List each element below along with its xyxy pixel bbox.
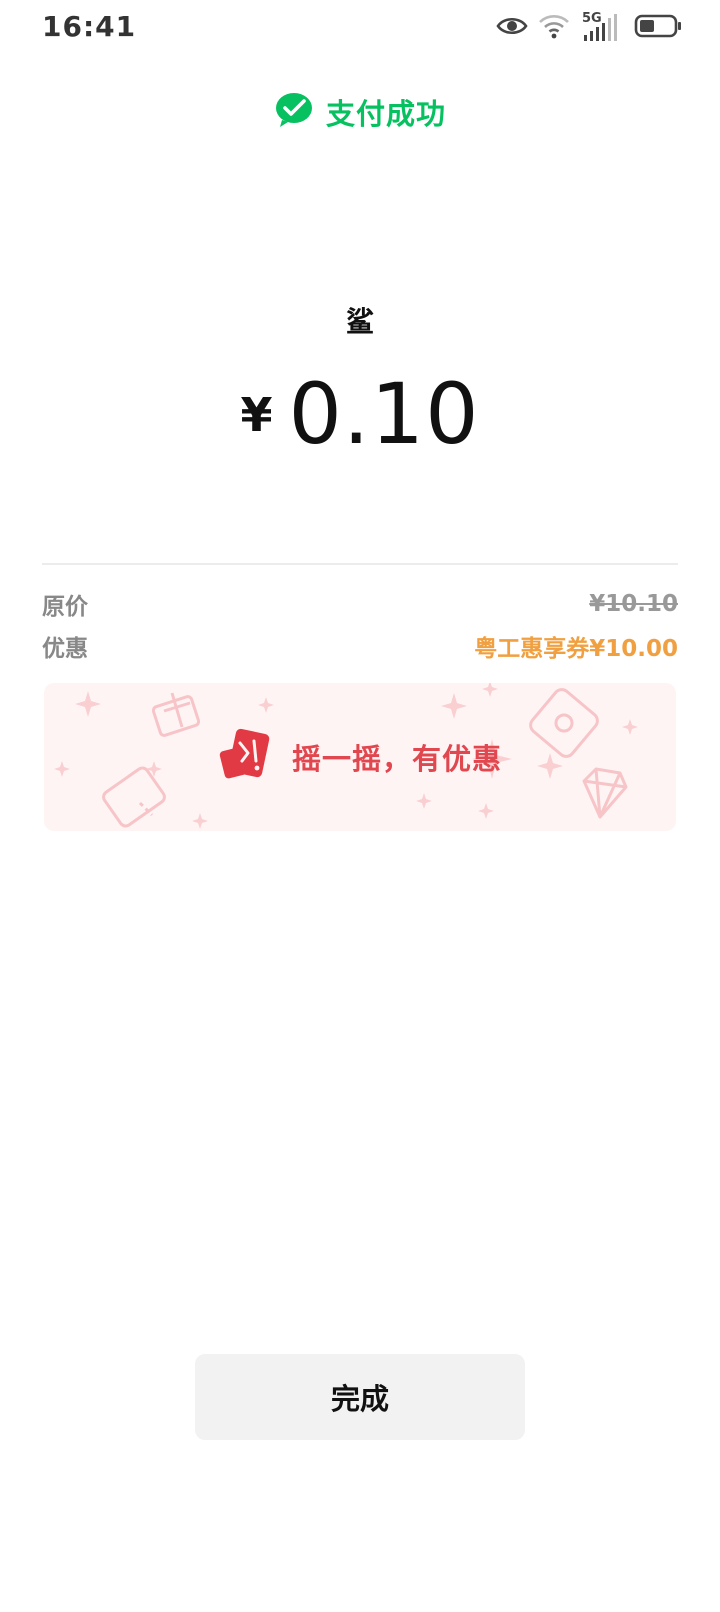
eye-icon	[496, 15, 528, 41]
shake-phone-icon	[218, 727, 276, 787]
banner-content: 摇一摇，有优惠	[44, 683, 676, 831]
original-price-value: ¥10.10	[589, 591, 678, 617]
shake-banner-text: 摇一摇，有优惠	[291, 742, 502, 776]
merchant-name: 鲨	[345, 305, 374, 338]
original-price-label: 原价	[42, 594, 88, 620]
amount-row: ¥ 0.10	[0, 372, 720, 456]
wechat-pay-check-icon	[274, 92, 314, 132]
cellular-signal-icon: 5G	[580, 11, 624, 43]
battery-icon	[634, 13, 682, 43]
discount-row: 优惠 粤工惠享券¥10.00	[42, 628, 678, 664]
status-bar: 16:41 5G	[0, 0, 720, 56]
payment-success-header: 支付成功	[0, 88, 720, 136]
discount-value: 粤工惠享券¥10.00	[474, 636, 678, 662]
divider	[42, 563, 678, 565]
original-price-row: 原价 ¥10.10	[42, 586, 678, 622]
discount-label: 优惠	[42, 636, 88, 662]
page-title: 支付成功	[325, 97, 446, 131]
paid-amount: 0.10	[288, 365, 480, 463]
wifi-icon	[538, 13, 570, 43]
done-button[interactable]: 完成	[195, 1354, 525, 1440]
shake-for-discount-banner[interactable]: 摇一摇，有优惠	[44, 683, 676, 831]
status-time: 16:41	[42, 10, 137, 43]
status-icons: 5G	[496, 11, 682, 44]
currency-symbol: ¥	[240, 388, 273, 442]
